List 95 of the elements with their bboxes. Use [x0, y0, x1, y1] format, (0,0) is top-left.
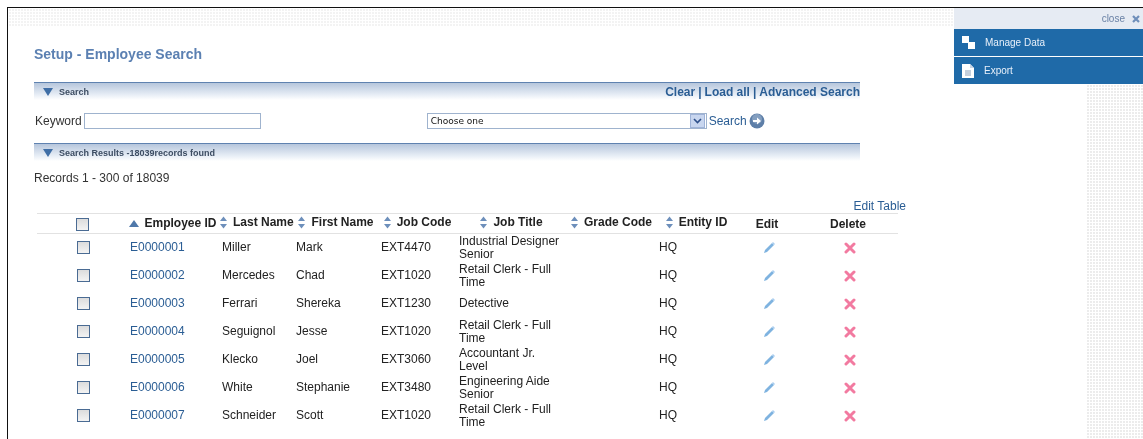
column-header[interactable]: Entity ID	[678, 215, 728, 230]
table-cell: HQ	[659, 240, 677, 255]
checkbox[interactable]	[77, 241, 90, 255]
pencil-icon	[761, 241, 776, 255]
table-cell: Stephanie	[296, 380, 351, 394]
delete-icon	[843, 325, 856, 338]
collapse-triangle-icon	[43, 86, 53, 97]
table-cell: EXT4470	[381, 240, 432, 255]
table-cell: EXT1020	[381, 408, 432, 422]
delete-icon	[843, 353, 856, 366]
employee-id-link[interactable]: E0000007	[130, 408, 185, 422]
pencil-icon	[761, 409, 776, 423]
close-link[interactable]: close	[1101, 13, 1143, 24]
pencil-icon	[761, 353, 776, 367]
column-header: Delete	[830, 216, 866, 231]
separator: |	[698, 84, 702, 99]
delete-icon	[843, 409, 856, 422]
delete-icon	[843, 297, 856, 310]
table-cell: Miller	[222, 240, 251, 255]
checkbox[interactable]	[77, 269, 90, 283]
table-cell: Retail Clerk - Full Time	[459, 401, 551, 429]
column-header: Edit	[755, 216, 779, 231]
column-header[interactable]: Grade Code	[584, 215, 652, 230]
employee-id-link[interactable]: E0000005	[130, 352, 185, 366]
table-cell: Shereka	[296, 296, 341, 310]
delete-icon	[843, 381, 856, 394]
table-cell: EXT1230	[381, 296, 432, 310]
delete-icon	[843, 269, 856, 282]
table-cell: HQ	[659, 324, 677, 338]
checkbox[interactable]	[77, 297, 90, 311]
table-cell: Detective	[459, 296, 510, 310]
checkbox[interactable]	[75, 217, 89, 231]
table-cell: EXT3480	[381, 380, 432, 394]
table-cell: Ferrari	[222, 296, 258, 310]
table-cell: EXT3060	[381, 352, 432, 366]
column-header[interactable]: Job Title	[493, 215, 543, 230]
table-cell: HQ	[659, 408, 677, 422]
edit-table-link[interactable]: Edit Table	[853, 199, 906, 213]
field-label: Keyword	[35, 114, 82, 128]
keyword-field[interactable]	[83, 113, 261, 129]
employee-id-link[interactable]: E0000006	[130, 380, 185, 394]
table-cell: EXT1020	[381, 324, 432, 338]
link[interactable]: Load all	[704, 84, 750, 99]
table-cell: Retail Clerk - Full Time	[459, 261, 551, 289]
employee-id-link[interactable]: E0000003	[130, 296, 185, 310]
close-icon	[1131, 13, 1141, 24]
collapse-triangle-icon	[43, 147, 53, 158]
delete-icon	[843, 242, 856, 255]
employee-id-link[interactable]: E0000004	[130, 324, 185, 338]
link[interactable]: Clear	[665, 84, 696, 99]
table-cell: Klecko	[222, 352, 259, 366]
table-cell: Mercedes	[222, 268, 275, 282]
pencil-icon	[761, 269, 776, 283]
checkbox[interactable]	[77, 325, 90, 339]
column-header[interactable]: Last Name	[233, 215, 294, 230]
pencil-icon	[761, 297, 776, 311]
table-cell: Mark	[296, 240, 323, 255]
pencil-icon	[761, 381, 776, 395]
table-cell: HQ	[659, 296, 677, 310]
link[interactable]: Advanced Search	[759, 84, 860, 99]
pencil-icon	[761, 325, 776, 339]
checkbox[interactable]	[77, 381, 90, 395]
table-cell: HQ	[659, 268, 677, 282]
table-cell: Schneider	[222, 408, 277, 422]
table-cell: White	[222, 380, 253, 394]
column-header[interactable]: Job Code	[396, 215, 452, 230]
checkbox[interactable]	[77, 353, 90, 367]
table-cell: Jesse	[296, 324, 328, 338]
table-cell: Scott	[296, 408, 324, 422]
table-cell: Seguignol	[222, 324, 276, 338]
table-cell: HQ	[659, 352, 677, 366]
separator: |	[752, 84, 757, 99]
table-cell: EXT1020	[381, 268, 432, 282]
employee-id-link[interactable]: E0000002	[130, 268, 185, 282]
section-title: Search Results -18039records found	[59, 147, 216, 158]
section-title: Search	[59, 86, 90, 97]
menu-item[interactable]: Export	[954, 57, 1143, 85]
table-cell: Joel	[296, 352, 318, 366]
employee-id-link[interactable]: E0000001	[130, 240, 185, 255]
dropdown-field[interactable]: Choose one	[426, 113, 707, 129]
page-title: Setup - Employee Search	[34, 46, 204, 64]
menu-item[interactable]: Manage Data	[954, 29, 1143, 57]
table-cell: Accountant Jr. Level	[459, 345, 536, 373]
records-count: Records 1 - 300 of 18039	[34, 171, 171, 187]
checkbox[interactable]	[77, 409, 90, 423]
squares-icon	[962, 36, 975, 49]
search-button[interactable]: Search	[706, 113, 765, 129]
table-cell: Industrial Designer Senior	[459, 233, 560, 261]
column-header[interactable]: First Name	[311, 215, 374, 230]
document-icon	[962, 63, 974, 78]
table-cell: Retail Clerk - Full Time	[459, 317, 551, 345]
column-header[interactable]: Employee ID	[144, 216, 217, 231]
table-cell: HQ	[659, 380, 677, 394]
table-cell: Engineering Aide Senior	[459, 373, 550, 401]
table-cell: Chad	[296, 268, 325, 282]
